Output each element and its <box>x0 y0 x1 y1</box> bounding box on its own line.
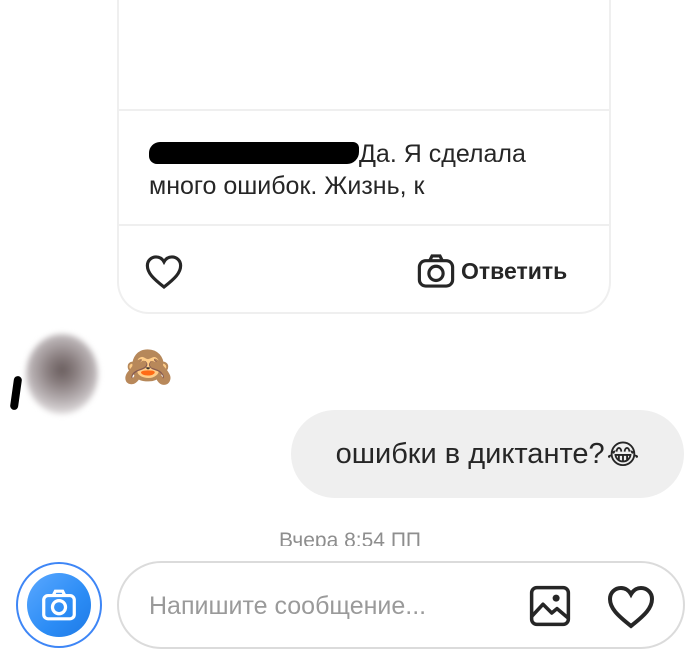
shared-post-card[interactable]: Да. Я сделала много ошибок. Жизнь, к Отв… <box>117 0 611 314</box>
card-divider <box>119 224 609 226</box>
card-divider <box>119 109 609 111</box>
camera-icon <box>417 254 455 288</box>
redacted-username <box>149 142 359 164</box>
camera-button[interactable] <box>16 562 102 648</box>
image-icon[interactable] <box>529 585 571 627</box>
laughing-emoji: 😂 <box>606 438 640 470</box>
outgoing-message-bubble[interactable]: ошибки в диктанте? 😂 <box>291 410 684 498</box>
message-composer[interactable] <box>117 561 685 649</box>
reply-label: Ответить <box>461 257 568 284</box>
camera-button-fill <box>27 573 91 637</box>
heart-outline-icon[interactable] <box>607 585 655 629</box>
avatar[interactable] <box>26 334 98 414</box>
message-text: ошибки в диктанте? <box>335 437 605 470</box>
message-input[interactable] <box>147 585 511 627</box>
camera-icon <box>42 589 76 621</box>
post-caption: Да. Я сделала много ошибок. Жизнь, к <box>149 138 569 202</box>
incoming-emoji-message[interactable]: 🙈 <box>123 345 173 389</box>
avatar-mark <box>9 375 23 411</box>
reply-button[interactable]: Ответить <box>417 252 567 290</box>
heart-outline-icon[interactable] <box>145 254 183 290</box>
timestamp: Вчера 8:54 ПП <box>278 529 422 546</box>
